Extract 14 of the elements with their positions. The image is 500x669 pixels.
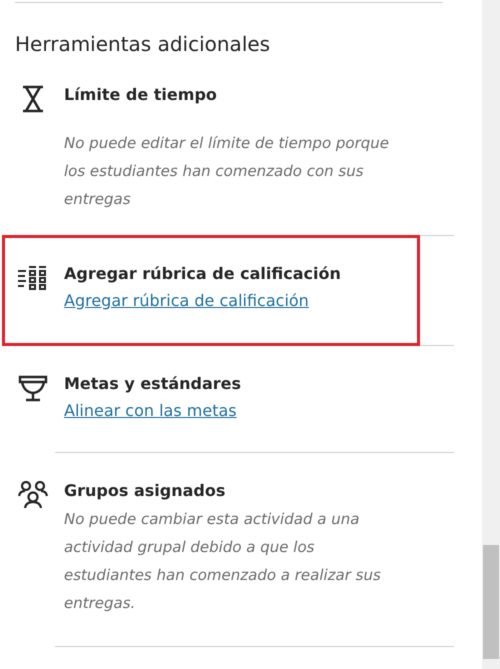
section-heading: Herramientas adicionales: [15, 31, 272, 57]
item-link[interactable]: Alinear con las metas: [64, 398, 237, 424]
scrollbar[interactable]: [482, 0, 500, 669]
item-note: No puede cambiar esta actividad a una actividad grupal debido a que los estudiantes han comenzado a realizar sus entregas.: [64, 509, 382, 614]
scrollbar-thumb[interactable]: [483, 545, 499, 659]
item-note: No puede editar el límite de tiempo porque los estudiantes han comenzado con sus entregas: [64, 133, 390, 210]
trophy-icon: [18, 374, 48, 404]
item-title: Agregar rúbrica de calificación: [64, 263, 342, 285]
item-title: Límite de tiempo: [64, 84, 218, 106]
hourglass-icon: [20, 85, 46, 113]
group-icon: [18, 481, 48, 509]
item-title: Grupos asignados: [64, 480, 226, 502]
item-title: Metas y estándares: [64, 373, 242, 395]
item-link[interactable]: Agregar rúbrica de calificación: [64, 288, 309, 314]
